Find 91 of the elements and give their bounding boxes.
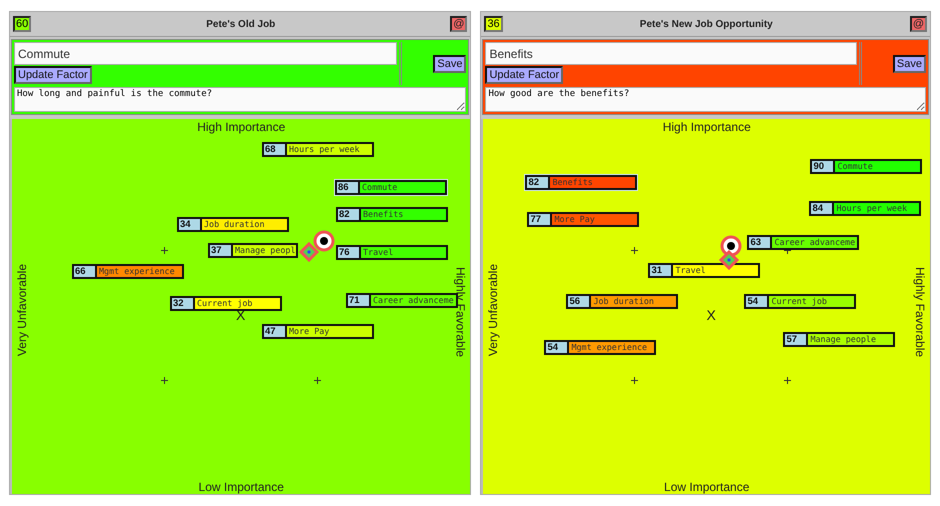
factor-card[interactable]: 82 Benefits [525, 175, 638, 190]
axis-label: Very Unfavorable [486, 264, 500, 356]
factor-card[interactable]: 54 Mgmt experience [544, 340, 656, 355]
axis-label: Highly Favorable [913, 267, 927, 358]
factor-score: 57 [785, 334, 808, 345]
factor-label: Job duration [202, 219, 287, 230]
factor-card[interactable]: 82 Benefits [336, 207, 448, 222]
factor-card[interactable]: 47 More Pay [262, 324, 374, 339]
axis-label: Low Importance [664, 480, 750, 494]
score-badge: 36 [484, 16, 503, 32]
factor-label: More Pay [287, 326, 372, 337]
factor-label: Manage people [808, 334, 894, 345]
crosshair-icon [631, 247, 638, 254]
factor-score: 86 [337, 182, 360, 193]
axis-label: Low Importance [198, 480, 284, 494]
target-icon[interactable] [313, 230, 335, 252]
factor-label: Career advanceme [371, 295, 456, 306]
factor-label: Commute [360, 182, 445, 193]
factor-card[interactable]: 66 Mgmt experience [72, 264, 184, 279]
window-title: Pete's New Job Opportunity [638, 18, 774, 30]
factor-label: Benefits [550, 177, 636, 188]
factor-card[interactable]: 77 More Pay [527, 212, 640, 227]
factor-label: Manage peopl [233, 245, 296, 256]
factor-score: 32 [172, 298, 195, 309]
factor-score: 63 [749, 237, 772, 248]
factor-card[interactable]: 71 Career advanceme [346, 293, 458, 308]
diamond-icon[interactable] [719, 250, 740, 270]
factor-score: 77 [529, 214, 552, 225]
factor-card[interactable]: 57 Manage people [783, 332, 896, 347]
factor-label: Hours per week [834, 203, 920, 214]
factor-label: Travel [361, 247, 446, 258]
factor-label: More Pay [552, 214, 638, 225]
factor-label: Commute [835, 161, 920, 172]
factor-label: Hours per week [287, 144, 372, 155]
factor-card[interactable]: 37 Manage peopl [208, 243, 298, 258]
factor-score: 37 [210, 245, 233, 256]
update-factor-button[interactable]: Update Factor [485, 66, 564, 84]
crosshair-icon [314, 377, 321, 384]
factor-label: Benefits [361, 209, 446, 220]
factor-score: 82 [338, 209, 361, 220]
factor-label: Travel [673, 265, 758, 276]
factor-label: Career advanceme [772, 237, 858, 248]
factor-card[interactable]: 31 Travel [648, 263, 760, 278]
factor-card[interactable]: 90 Commute [810, 159, 922, 174]
update-factor-button[interactable]: Update Factor [14, 66, 92, 84]
factor-label: Current job [769, 296, 854, 307]
window-title: Pete's Old Job [205, 18, 276, 30]
factor-card[interactable]: 34 Job duration [177, 217, 289, 232]
description-field[interactable]: How good are the benefits? [485, 87, 926, 112]
axis-label: High Importance [662, 120, 751, 134]
factor-score: 82 [527, 177, 550, 188]
factor-card[interactable]: 68 Hours per week [262, 142, 374, 157]
close-button[interactable]: @ [910, 16, 927, 32]
factor-score: 34 [179, 219, 202, 230]
factor-label: Job duration [591, 296, 676, 307]
save-button[interactable]: Save [433, 54, 466, 72]
factor-card[interactable]: 76 Travel [336, 245, 448, 260]
factor-score: 47 [264, 326, 287, 337]
crosshair-icon [784, 377, 792, 384]
factor-score: 68 [264, 144, 287, 155]
description-field[interactable]: How long and painful is the commute? [14, 87, 466, 112]
factor-card[interactable]: 32 Current job [170, 296, 282, 311]
axis-label: High Importance [197, 120, 286, 134]
factor-score: 54 [546, 342, 570, 353]
factor-score: 84 [811, 203, 834, 214]
factor-score: 31 [650, 265, 674, 276]
factor-score: 71 [348, 295, 371, 306]
factor-card[interactable]: 56 Job duration [566, 294, 678, 309]
crosshair-icon [631, 377, 638, 384]
axis-label: Very Unfavorable [15, 264, 29, 356]
factor-card[interactable]: 54 Current job [744, 294, 856, 309]
factor-label: Mgmt experience [97, 266, 182, 277]
crosshair-icon [161, 377, 168, 384]
target-icon[interactable] [720, 235, 742, 257]
crosshair-icon [161, 247, 168, 254]
factor-card[interactable]: 84 Hours per week [809, 201, 922, 216]
close-button[interactable]: @ [450, 16, 468, 32]
factor-name-field[interactable]: Benefits [485, 42, 857, 65]
factor-label: Current job [195, 298, 280, 309]
factor-score: 76 [338, 247, 361, 258]
factor-card[interactable]: 63 Career advanceme [747, 235, 860, 250]
factor-score: 56 [568, 296, 592, 307]
factor-score: 66 [74, 266, 97, 277]
factor-score: 54 [746, 296, 770, 307]
factor-card[interactable]: 86 Commute [335, 180, 447, 195]
score-badge: 60 [13, 16, 32, 32]
factor-label: Mgmt experience [569, 342, 654, 353]
factor-score: 90 [812, 161, 836, 172]
save-button[interactable]: Save [892, 54, 926, 72]
center-mark: X [706, 307, 716, 323]
factor-name-field[interactable]: Commute [14, 42, 398, 65]
